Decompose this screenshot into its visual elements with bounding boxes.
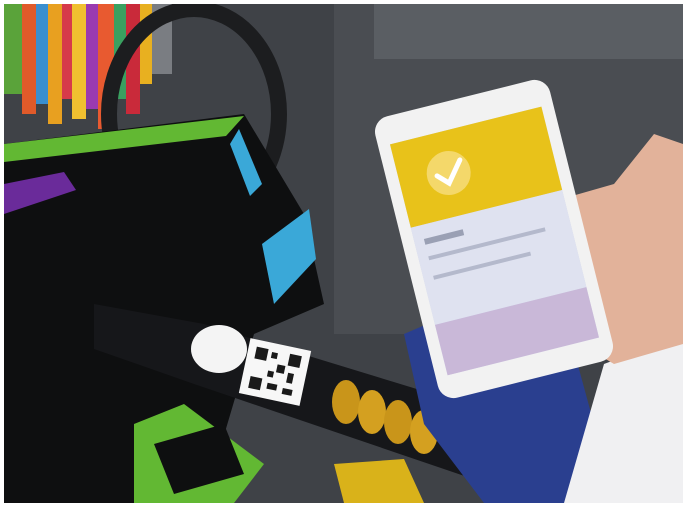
- photo-frame: [4, 4, 683, 503]
- street-curb: [374, 4, 683, 59]
- photo-scene: [4, 4, 683, 503]
- umbrella-tip-cap: [191, 325, 247, 373]
